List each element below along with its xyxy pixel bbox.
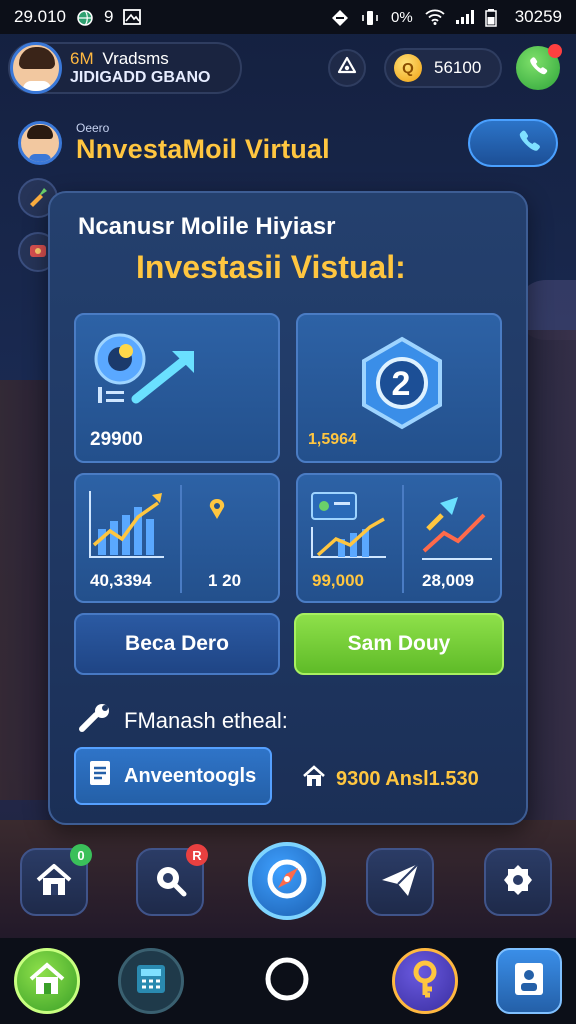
game-nav: 0 R (0, 842, 576, 924)
card-divider (402, 485, 404, 593)
avatar-small[interactable] (18, 121, 62, 165)
investment-card-1[interactable]: 29900 (74, 313, 280, 463)
account-text: Oeero NnvestaMoil Virtual (76, 120, 330, 165)
bar-growth-icon (86, 489, 166, 566)
player-name: Vradsms (102, 49, 169, 69)
documents-button-label: Anveentoogls (124, 764, 257, 787)
account-small-label: Oeero (76, 120, 110, 135)
arrow-growth-icon (418, 489, 496, 566)
investment-card-2[interactable]: 2 1,5964 (296, 313, 502, 463)
dock-home-circle-button[interactable] (254, 948, 320, 1014)
calculator-icon (134, 962, 168, 1001)
status-time: 29.010 (14, 7, 66, 26)
dock-home-button[interactable] (14, 948, 80, 1014)
investment-card-4[interactable]: 99,000 28,009 (296, 473, 502, 603)
card-badge-number: 2 (391, 365, 411, 403)
key-icon (408, 959, 442, 1004)
wrench-icon (78, 703, 112, 739)
nav-settings-button[interactable] (484, 848, 552, 916)
card-value-2: 1,5964 (308, 431, 357, 448)
paper-plane-icon (380, 862, 420, 903)
home-icon (28, 961, 66, 1001)
panel-title: Investasii Vistual: (136, 249, 406, 285)
property-stat: 9300 Ansl1.530 (302, 765, 479, 793)
nav-invest-button[interactable] (248, 842, 326, 920)
property-stat-value: 9300 Ansl1.530 (336, 767, 479, 790)
call-button[interactable] (468, 119, 558, 167)
battery-icon (484, 9, 503, 27)
home-icon (35, 863, 73, 902)
network-button[interactable] (328, 49, 366, 87)
documents-button[interactable]: Anveentoogls (74, 747, 272, 805)
compass-icon (264, 856, 310, 907)
nav-home-button[interactable]: 0 (20, 844, 92, 916)
phone-icon (516, 128, 542, 159)
investment-card-3[interactable]: 40,3394 1 20 (74, 473, 280, 603)
player-subtitle: JIDIGADD GBANO (70, 68, 211, 86)
coin-icon: Q (394, 54, 422, 82)
globe-icon (76, 9, 94, 26)
coin-amount: 56100 (434, 58, 482, 77)
card-value-4: 1 20 (208, 571, 242, 590)
shelf-right-decoration (526, 330, 576, 830)
contact-card-icon (512, 960, 546, 1003)
house-icon (302, 765, 326, 793)
card-value-5: 99,000 (312, 571, 364, 590)
card-value-3: 40,3394 (90, 571, 152, 590)
document-icon (88, 759, 112, 793)
dock-profile-button[interactable] (496, 948, 562, 1014)
status-extra: 9 (104, 7, 114, 26)
tool-row: FManash etheal: (78, 703, 288, 739)
avatar[interactable] (10, 42, 62, 94)
profile-pill[interactable]: 6M Vradsms JIDIGADD GBANO (8, 42, 242, 94)
investment-panel: Ncanusr Molile Hiyiasr Investasii Vistua… (48, 191, 528, 825)
player-name-line: 6M Vradsms (70, 49, 210, 69)
gear-icon (499, 861, 537, 904)
do-not-disturb-icon (331, 9, 349, 26)
phone-icon (527, 55, 549, 82)
shop-icon (27, 239, 49, 266)
status-bar: 29.010 9 0% 30259 (0, 0, 576, 34)
network-icon (336, 56, 358, 81)
dock-calculator-button[interactable] (118, 948, 184, 1014)
beca-dero-button[interactable]: Beca Dero (74, 613, 280, 675)
brush-icon (26, 184, 50, 213)
percent-icon: 0% (391, 9, 413, 26)
nav-search-button[interactable]: R (136, 844, 208, 916)
card-value-6: 28,009 (422, 571, 474, 590)
search-badge: R (186, 844, 208, 866)
nav-send-button[interactable] (366, 848, 434, 916)
account-row: Oeero NnvestaMoil Virtual (18, 118, 558, 168)
dock-key-button[interactable] (392, 948, 458, 1014)
bottom-dock (0, 938, 576, 1024)
panel-heading: Ncanusr Molile Hiyiasr (78, 213, 336, 240)
sam-douy-button[interactable]: Sam Douy (294, 613, 504, 675)
card-divider (180, 485, 182, 593)
chart-trend-icon (90, 329, 210, 418)
app-title: NnvestaMoil Virtual (76, 133, 330, 164)
notification-dot (548, 44, 562, 58)
top-header: 6M Vradsms JIDIGADD GBANO Q 56100 (8, 40, 568, 96)
image-notification-icon (123, 9, 142, 25)
home-badge: 0 (70, 844, 92, 866)
chat-button[interactable] (516, 44, 562, 90)
tool-label: FManash etheal: (124, 708, 288, 733)
wifi-icon (425, 9, 445, 25)
signal-icon (455, 9, 474, 25)
search-icon (151, 861, 189, 904)
card-value-1: 29900 (90, 429, 143, 450)
status-battery-value: 30259 (514, 7, 562, 26)
vibrate-icon (361, 9, 379, 25)
coin-balance[interactable]: Q 56100 (384, 48, 502, 88)
pin-icon (206, 497, 228, 528)
bar-growth-icon (308, 489, 388, 566)
player-level: 6M (70, 49, 94, 69)
profile-text: 6M Vradsms JIDIGADD GBANO (70, 49, 210, 87)
circle-home-icon (264, 956, 310, 1007)
